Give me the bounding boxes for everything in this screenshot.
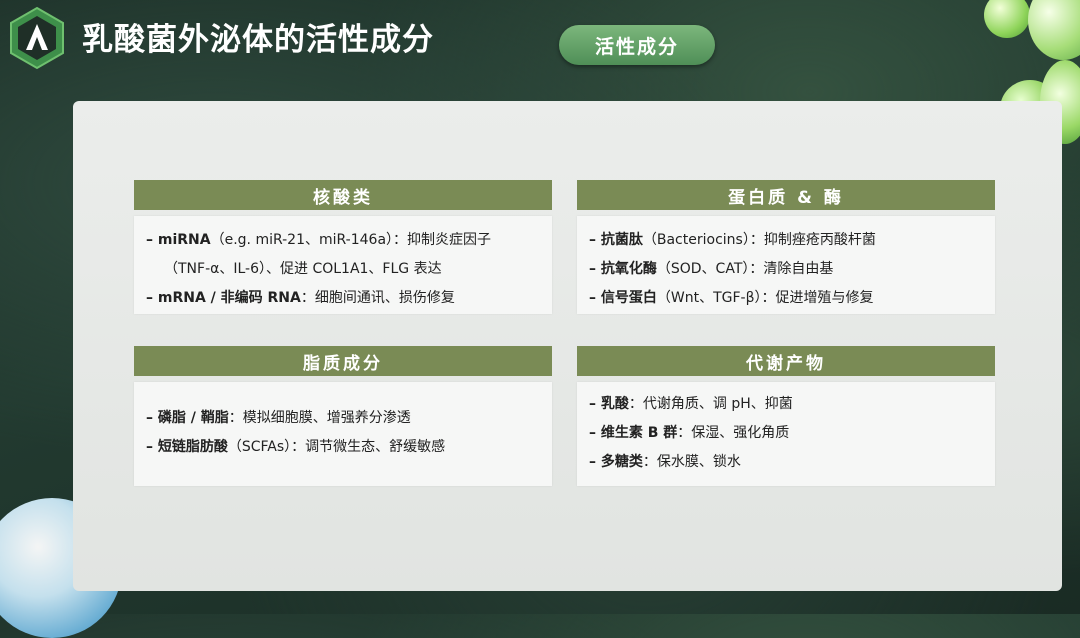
green-bubble-decoration <box>984 0 1030 38</box>
card-heading: 核酸类 <box>134 180 552 210</box>
list-item: – mRNA / 非编码 RNA：细胞间通讯、损伤修复 <box>146 290 455 306</box>
list-item: – 乳酸：代谢角质、调 pH、抑菌 <box>589 396 793 412</box>
card-nucleic-acids: 核酸类 – miRNA（e.g. miR-21、miR-146a）：抑制炎症因子… <box>134 180 552 314</box>
card-metabolites: 代谢产物 – 乳酸：代谢角质、调 pH、抑菌 – 维生素 B 群：保湿、强化角质… <box>577 346 995 486</box>
list-item: – 磷脂 / 鞘脂：模拟细胞膜、增强养分渗透 <box>146 410 411 426</box>
list-item: – 抗菌肽（Bacteriocins）：抑制痤疮丙酸杆菌 <box>589 232 876 248</box>
card-body: – 乳酸：代谢角质、调 pH、抑菌 – 维生素 B 群：保湿、强化角质 – 多糖… <box>577 382 995 486</box>
page-title: 乳酸菌外泌体的活性成分 <box>82 22 434 58</box>
list-item: （TNF-α、IL-6）、促进 COL1A1、FLG 表达 <box>164 261 442 277</box>
card-heading: 蛋白质 & 酶 <box>577 180 995 210</box>
list-item: – 短链脂肪酸（SCFAs）：调节微生态、舒缓敏感 <box>146 439 446 455</box>
logo-icon <box>10 6 64 70</box>
card-body: – 抗菌肽（Bacteriocins）：抑制痤疮丙酸杆菌 – 抗氧化酶（SOD、… <box>577 216 995 314</box>
list-item: – 抗氧化酶（SOD、CAT）：清除自由基 <box>589 261 834 277</box>
list-item: – miRNA（e.g. miR-21、miR-146a）：抑制炎症因子 <box>146 232 492 248</box>
section-tag: 活性成分 <box>559 25 715 65</box>
card-body: – 磷脂 / 鞘脂：模拟细胞膜、增强养分渗透 – 短链脂肪酸（SCFAs）：调节… <box>134 382 552 486</box>
card-proteins-enzymes: 蛋白质 & 酶 – 抗菌肽（Bacteriocins）：抑制痤疮丙酸杆菌 – 抗… <box>577 180 995 314</box>
content-panel: 核酸类 – miRNA（e.g. miR-21、miR-146a）：抑制炎症因子… <box>73 101 1062 591</box>
card-body: – miRNA（e.g. miR-21、miR-146a）：抑制炎症因子 （TN… <box>134 216 552 314</box>
list-item: – 维生素 B 群：保湿、强化角质 <box>589 425 790 441</box>
list-item: – 多糖类：保水膜、锁水 <box>589 454 741 470</box>
green-bubble-decoration <box>1028 0 1080 60</box>
card-heading: 代谢产物 <box>577 346 995 376</box>
card-lipids: 脂质成分 – 磷脂 / 鞘脂：模拟细胞膜、增强养分渗透 – 短链脂肪酸（SCFA… <box>134 346 552 486</box>
list-item: – 信号蛋白（Wnt、TGF-β）：促进增殖与修复 <box>589 290 874 306</box>
card-heading: 脂质成分 <box>134 346 552 376</box>
